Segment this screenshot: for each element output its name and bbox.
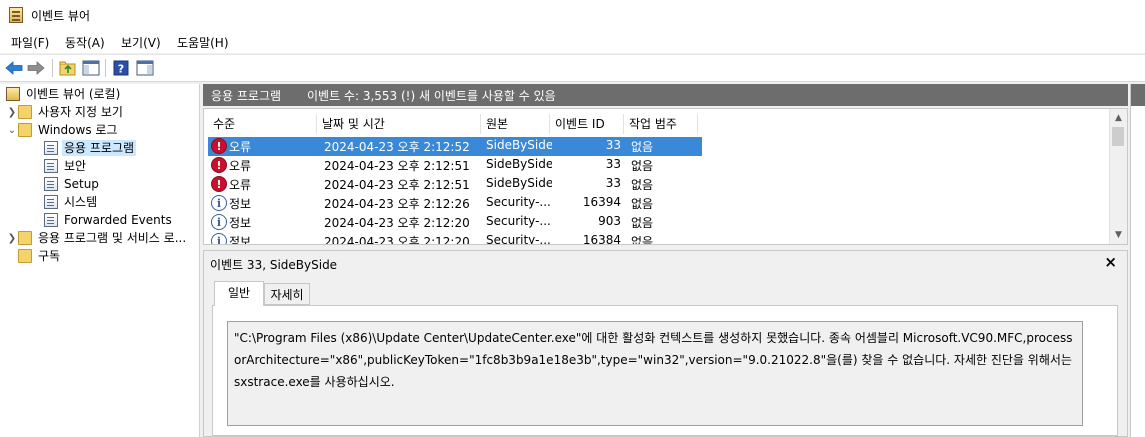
event-description[interactable]: "C:\Program Files (x86)\Update Center\Up…: [227, 321, 1083, 426]
title-bar: 이벤트 뷰어: [0, 0, 1145, 30]
column-header-date[interactable]: 날짜 및 시간: [317, 114, 481, 134]
vertical-scrollbar[interactable]: ▲ ▼: [1109, 109, 1127, 244]
table-row[interactable]: i 정보 2024-04-23 오후 2:12:20 Security-... …: [208, 232, 702, 244]
menu-file[interactable]: 파일(F): [11, 34, 49, 51]
tab-general-content: "C:\Program Files (x86)\Update Center\Up…: [212, 305, 1118, 436]
log-icon: [44, 177, 58, 191]
chevron-down-icon[interactable]: ⌄: [6, 125, 18, 136]
folder-icon: [18, 249, 32, 263]
log-icon: [44, 141, 58, 155]
chevron-right-icon[interactable]: ❯: [6, 107, 18, 118]
table-row[interactable]: i 정보 2024-04-23 오후 2:12:20 Security-... …: [208, 213, 702, 232]
menu-view[interactable]: 보기(V): [121, 34, 161, 51]
folder-icon: [18, 231, 32, 245]
info-icon: i: [211, 195, 227, 211]
close-icon[interactable]: ×: [1104, 253, 1117, 271]
folder-icon: [18, 105, 32, 119]
toolbar-separator: [105, 59, 106, 77]
tree-item-setup[interactable]: Setup: [44, 175, 101, 193]
table-row[interactable]: ! 오류 2024-04-23 오후 2:12:51 SideBySide 33…: [208, 175, 702, 194]
event-detail-panel: 이벤트 33, SideBySide × "C:\Program Files (…: [203, 250, 1128, 437]
tree-item-security[interactable]: 보안: [44, 157, 88, 175]
log-header-bar: 응용 프로그램 이벤트 수: 3,553 (!) 새 이벤트를 사용할 수 있음: [203, 84, 1128, 106]
error-icon: !: [211, 138, 227, 154]
tree-item-windows-logs[interactable]: ⌄ Windows 로그: [6, 121, 119, 139]
table-row[interactable]: i 정보 2024-04-23 오후 2:12:26 Security-... …: [208, 194, 702, 213]
tree-item-apps-services[interactable]: ❯ 응용 프로그램 및 서비스 로...: [6, 229, 188, 247]
table-row[interactable]: ! 오류 2024-04-23 오후 2:12:51 SideBySide 33…: [208, 156, 702, 175]
forward-arrow-icon[interactable]: [26, 58, 46, 77]
help-icon[interactable]: ?: [111, 58, 131, 77]
show-hide-action-pane-icon[interactable]: [135, 58, 155, 77]
menu-help[interactable]: 도움말(H): [177, 34, 229, 51]
event-viewer-icon: [6, 87, 20, 101]
tree-item-subscriptions[interactable]: 구독: [18, 247, 62, 265]
toolbar-separator: [52, 59, 53, 77]
event-count: 이벤트 수: 3,553 (!) 새 이벤트를 사용할 수 있음: [307, 89, 556, 103]
scroll-up-icon[interactable]: ▲: [1110, 110, 1127, 126]
column-header-source[interactable]: 원본: [481, 114, 550, 134]
log-icon: [44, 195, 58, 209]
column-header-level[interactable]: 수준: [208, 114, 317, 134]
up-folder-icon[interactable]: [58, 58, 78, 77]
error-icon: !: [211, 176, 227, 192]
log-icon: [44, 213, 58, 227]
console-tree: 이벤트 뷰어 (로컬) ❯ 사용자 지정 보기 ⌄ Windows 로그 응용 …: [0, 84, 200, 437]
tree-item-system[interactable]: 시스템: [44, 193, 99, 211]
tab-details[interactable]: 자세히: [264, 283, 310, 305]
tree-item-root[interactable]: 이벤트 뷰어 (로컬): [6, 85, 122, 103]
toolbar: ?: [0, 54, 1145, 82]
detail-title: 이벤트 33, SideBySide: [210, 258, 338, 272]
show-hide-console-tree-icon[interactable]: [81, 58, 101, 77]
menu-action[interactable]: 동작(A): [65, 34, 105, 51]
info-icon: i: [211, 214, 227, 230]
log-icon: [44, 159, 58, 173]
events-list: 수준 날짜 및 시간 원본 이벤트 ID 작업 범주 ! 오류 2024-04-…: [203, 108, 1128, 245]
detail-tabs: "C:\Program Files (x86)\Update Center\Up…: [212, 281, 1118, 436]
window-title: 이벤트 뷰어: [31, 9, 91, 23]
column-header-event-id[interactable]: 이벤트 ID: [550, 114, 624, 134]
menu-bar: 파일(F) 동작(A) 보기(V) 도움말(H): [0, 30, 1145, 53]
log-name: 응용 프로그램: [211, 89, 282, 103]
error-icon: !: [211, 157, 227, 173]
back-arrow-icon[interactable]: [4, 58, 24, 77]
tree-item-application[interactable]: 응용 프로그램: [44, 139, 137, 157]
info-icon: i: [211, 233, 227, 244]
scroll-down-icon[interactable]: ▼: [1110, 227, 1127, 243]
column-header-category[interactable]: 작업 범주: [624, 114, 698, 134]
action-pane: [1130, 84, 1145, 437]
svg-text:?: ?: [118, 62, 124, 75]
table-row[interactable]: ! 오류 2024-04-23 오후 2:12:52 SideBySide 33…: [208, 137, 702, 156]
folder-icon: [18, 123, 32, 137]
tab-general[interactable]: 일반: [214, 281, 264, 306]
chevron-right-icon[interactable]: ❯: [6, 233, 18, 244]
tree-item-custom-views[interactable]: ❯ 사용자 지정 보기: [6, 103, 125, 121]
tree-item-forwarded-events[interactable]: Forwarded Events: [44, 211, 174, 229]
event-viewer-icon: [9, 7, 23, 23]
action-pane-header: [1131, 84, 1145, 106]
scroll-thumb[interactable]: [1112, 127, 1124, 146]
